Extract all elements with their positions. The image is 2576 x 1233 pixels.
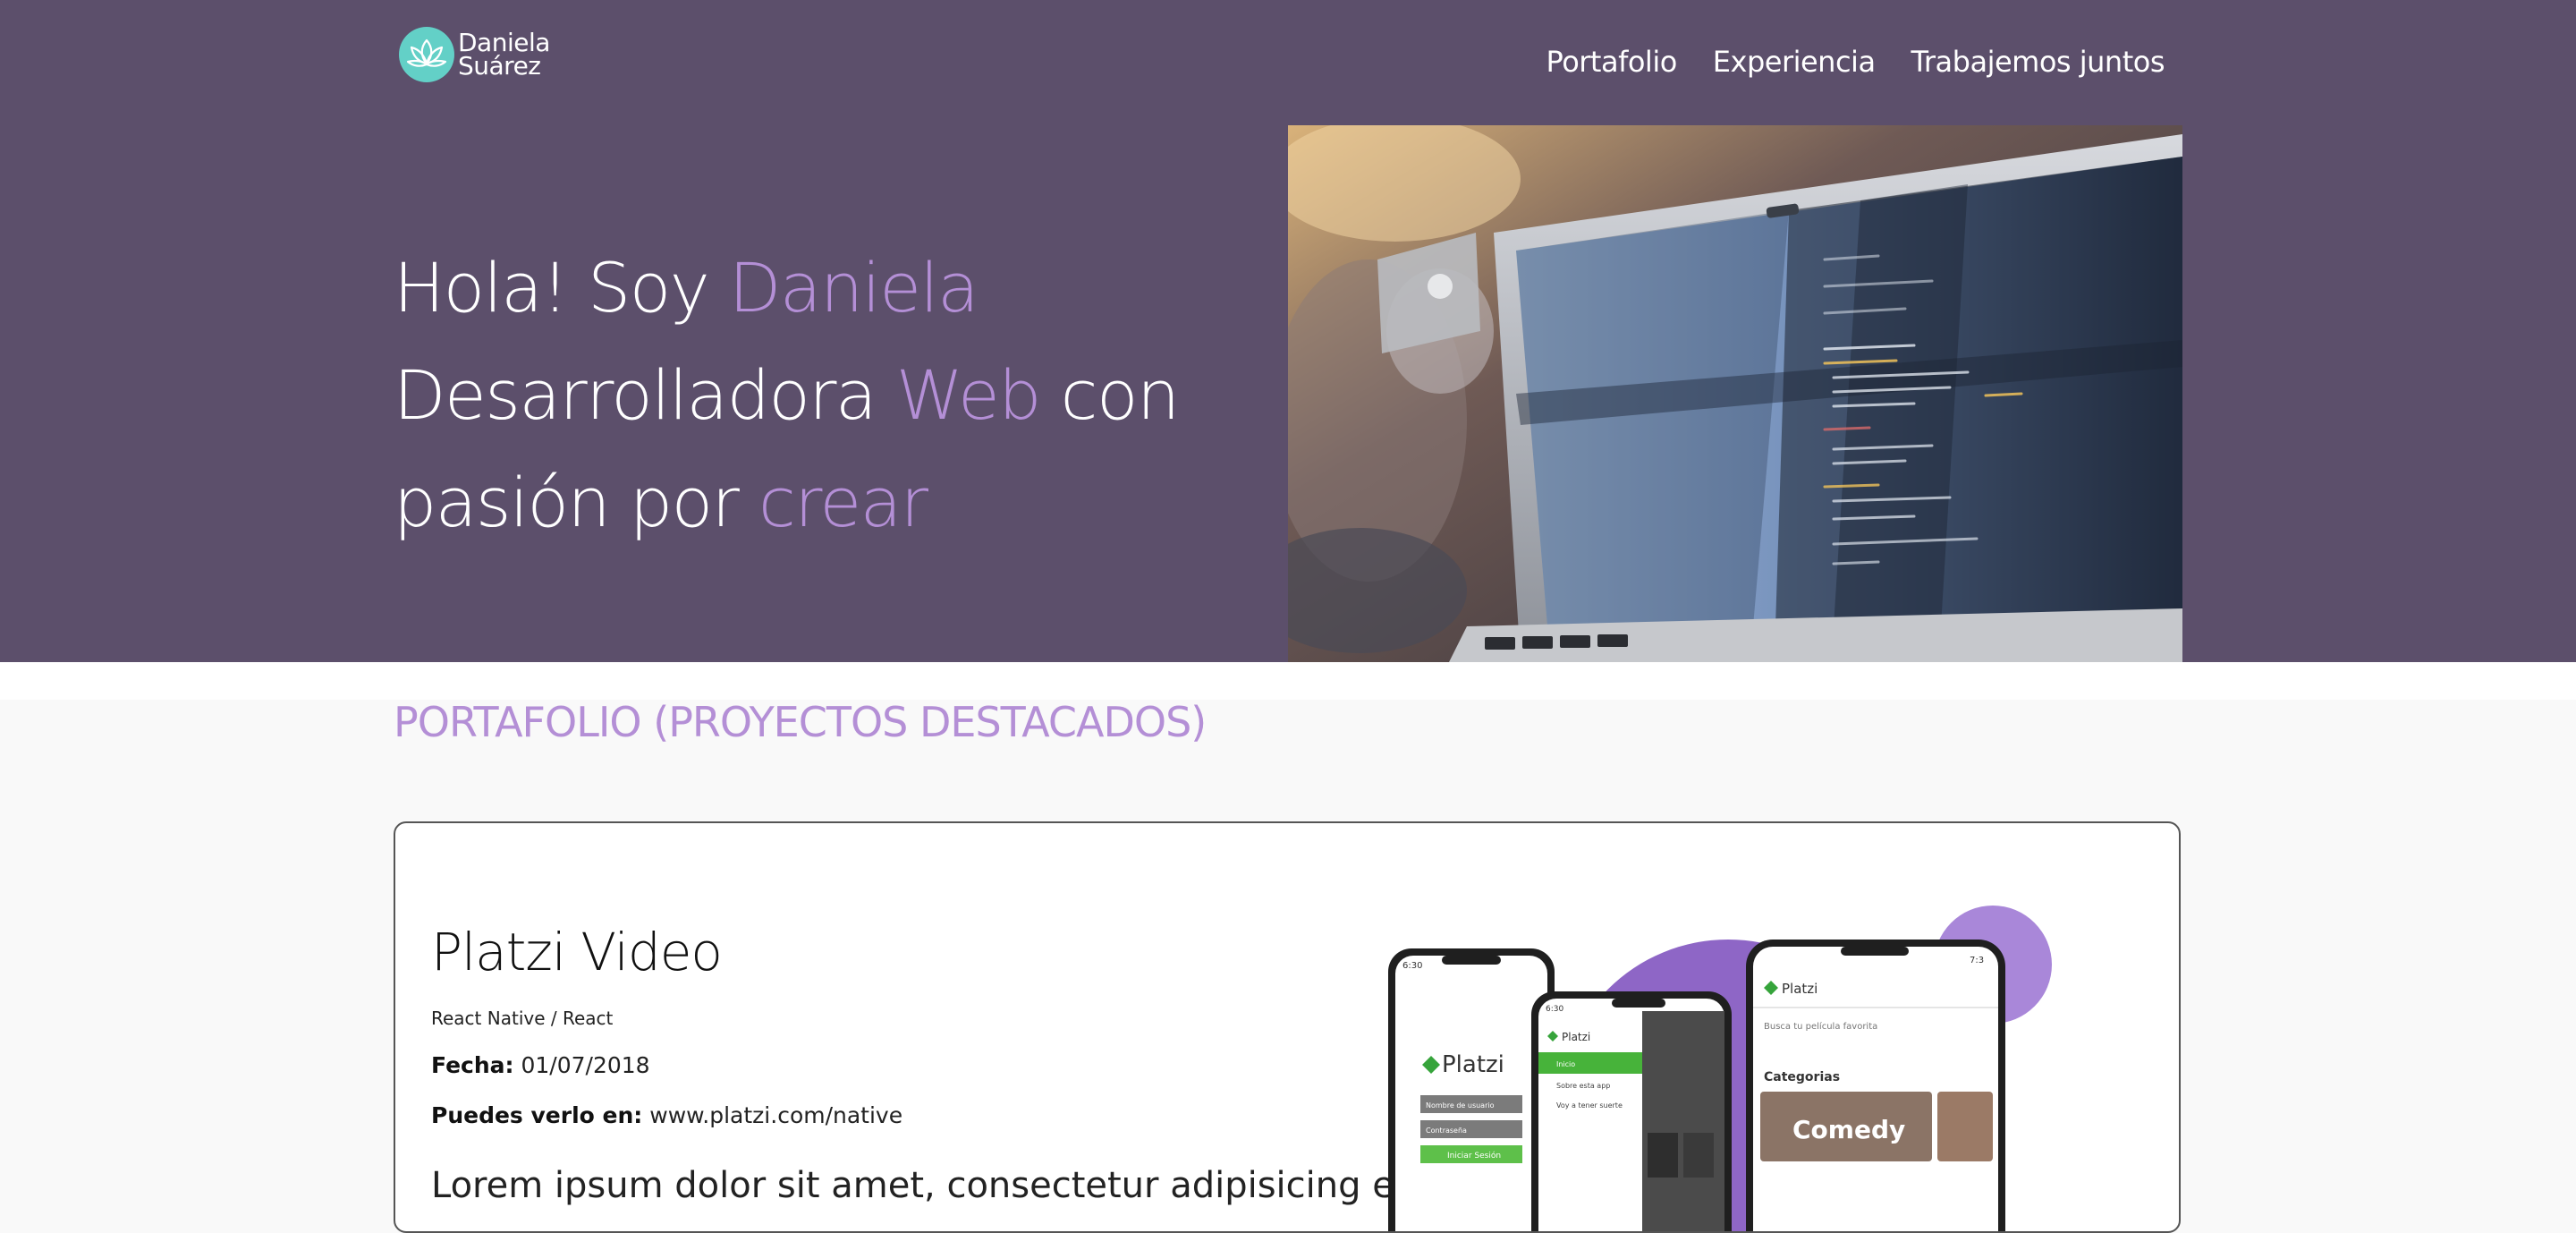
project-phones-image: 6:30 Platzi Nombre de usuario Contraseña… — [1388, 877, 2068, 1231]
phone3-brand-text: Platzi — [1782, 981, 1818, 997]
phone3-time-text: 7:3 — [1970, 956, 1984, 965]
nav-portafolio[interactable]: Portafolio — [1546, 45, 1678, 79]
main-nav: Portafolio Experiencia Trabajemos juntos — [1546, 45, 2165, 79]
project-tech: React Native / React — [431, 1008, 614, 1029]
phone3-section-text: Categorias — [1764, 1070, 1840, 1084]
hero-line-2-suffix: con — [1040, 355, 1180, 435]
project-link: Puedes verlo en: www.platzi.com/native — [431, 1102, 902, 1128]
phone2-brand-text: Platzi — [1562, 1031, 1590, 1043]
project-link-value[interactable]: www.platzi.com/native — [649, 1102, 902, 1128]
portfolio-section-title: PORTAFOLIO (PROYECTOS DESTACADOS) — [394, 698, 1207, 746]
hero-headline: Hola! Soy Daniela Desarrolladora Web con… — [394, 234, 1180, 557]
hero-line-3: pasión por crear — [394, 449, 1179, 557]
project-date-value: 01/07/2018 — [521, 1052, 650, 1078]
hero-line-1: Hola! Soy Daniela — [394, 234, 1179, 342]
project-card[interactable]: Platzi Video React Native / React Fecha:… — [394, 821, 2181, 1233]
phone2-menu-2: Sobre esta app — [1556, 1082, 1610, 1090]
project-date: Fecha: 01/07/2018 — [431, 1052, 650, 1078]
project-date-label: Fecha: — [431, 1052, 514, 1078]
hero-line-3-text: pasión por — [394, 463, 758, 542]
project-link-label: Puedes verlo en: — [431, 1102, 643, 1128]
brand-logo[interactable]: Daniela Suárez — [399, 27, 550, 82]
phone3-category-text: Comedy — [1792, 1115, 1905, 1144]
project-description: Lorem ipsum dolor sit amet, consectetur … — [431, 1165, 1428, 1206]
lotus-icon — [399, 27, 454, 82]
phone1-field2-text: Contraseña — [1426, 1127, 1467, 1135]
laptop-code-photo — [1288, 125, 2182, 662]
phone1-field1-text: Nombre de usuario — [1426, 1101, 1495, 1110]
hero-accent-web: Web — [895, 355, 1042, 435]
hero-line-1-text: Hola! Soy — [394, 248, 729, 327]
project-title: Platzi Video — [431, 922, 723, 982]
phone1-brand-text: Platzi — [1442, 1051, 1504, 1078]
hero-line-2-text: Desarrolladora — [394, 355, 896, 435]
hero-accent-crear: crear — [758, 463, 928, 542]
hero-accent-name: Daniela — [728, 248, 979, 327]
hero-line-2: Desarrolladora Web con — [394, 342, 1180, 449]
phone2-menu-1: Inicio — [1556, 1060, 1575, 1068]
brand-last-name: Suárez — [458, 51, 541, 81]
section-divider — [0, 662, 2576, 700]
nav-trabajemos-juntos[interactable]: Trabajemos juntos — [1911, 45, 2165, 79]
svg-text:6:30: 6:30 — [1402, 961, 1422, 971]
nav-experiencia[interactable]: Experiencia — [1713, 45, 1876, 79]
phone1-button-text: Iniciar Sesión — [1447, 1151, 1501, 1161]
brand-name: Daniela Suárez — [458, 30, 550, 81]
phone2-time-text: 6:30 — [1546, 1005, 1563, 1014]
phone2-menu-3: Voy a tener suerte — [1556, 1101, 1623, 1110]
phone3-search-text: Busca tu película favorita — [1764, 1021, 1877, 1032]
hero-section: Daniela Suárez Portafolio Experiencia Tr… — [0, 0, 2576, 662]
